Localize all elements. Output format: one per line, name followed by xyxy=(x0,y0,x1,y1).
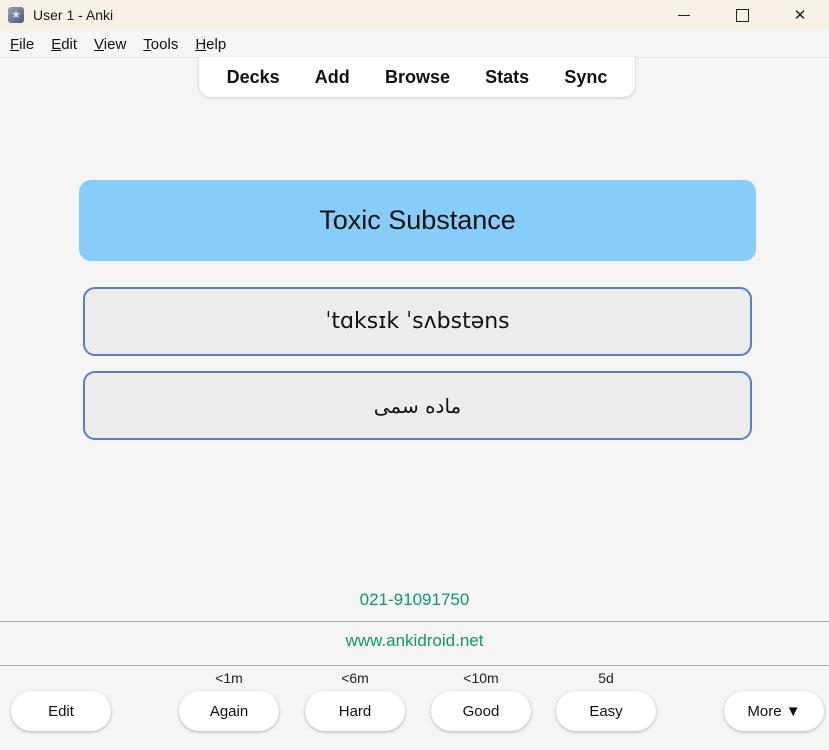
divider xyxy=(0,621,829,622)
good-interval: <10m xyxy=(463,670,499,686)
close-icon: ✕ xyxy=(793,6,807,24)
more-button[interactable]: More ▼ xyxy=(724,691,824,731)
sync-button[interactable]: Sync xyxy=(558,63,613,92)
menu-view[interactable]: View xyxy=(94,36,126,53)
hard-button[interactable]: Hard xyxy=(305,691,405,731)
minimize-button[interactable] xyxy=(655,0,713,30)
main-toolbar: Decks Add Browse Stats Sync xyxy=(199,57,635,97)
menu-bar: File Edit View Tools Help xyxy=(0,31,829,58)
menu-file[interactable]: File xyxy=(10,36,34,53)
menu-help[interactable]: Help xyxy=(195,36,226,53)
decks-button[interactable]: Decks xyxy=(221,63,286,92)
easy-interval: 5d xyxy=(598,670,614,686)
card-phone-number: 021-91091750 xyxy=(359,590,470,609)
good-button[interactable]: Good xyxy=(431,691,531,731)
stats-button[interactable]: Stats xyxy=(479,63,535,92)
window-controls: ✕ xyxy=(655,0,829,30)
maximize-button[interactable] xyxy=(713,0,771,30)
title-bar: ★ User 1 - Anki ✕ xyxy=(0,0,829,30)
window-title: User 1 - Anki xyxy=(33,7,114,23)
menu-edit[interactable]: Edit xyxy=(51,36,77,53)
again-interval: <1m xyxy=(215,670,243,686)
hard-interval: <6m xyxy=(341,670,369,686)
again-button[interactable]: Again xyxy=(179,691,279,731)
add-button[interactable]: Add xyxy=(309,63,356,92)
card-question: Toxic Substance xyxy=(79,180,756,261)
answer-bar: Edit <1m Again <6m Hard <10m Good 5d Eas… xyxy=(0,666,829,750)
menu-tools[interactable]: Tools xyxy=(143,36,178,53)
edit-button[interactable]: Edit xyxy=(11,691,111,731)
minimize-icon xyxy=(678,14,690,16)
anki-app-icon: ★ xyxy=(8,7,24,23)
card-phonetic: ˈtɑksɪk ˈsʌbstəns xyxy=(83,287,752,356)
card-website: www.ankidroid.net xyxy=(345,631,484,650)
close-button[interactable]: ✕ xyxy=(771,0,829,30)
browse-button[interactable]: Browse xyxy=(379,63,456,92)
easy-button[interactable]: Easy xyxy=(556,691,656,731)
maximize-icon xyxy=(735,8,749,22)
card-translation: ماده سمی xyxy=(83,371,752,440)
